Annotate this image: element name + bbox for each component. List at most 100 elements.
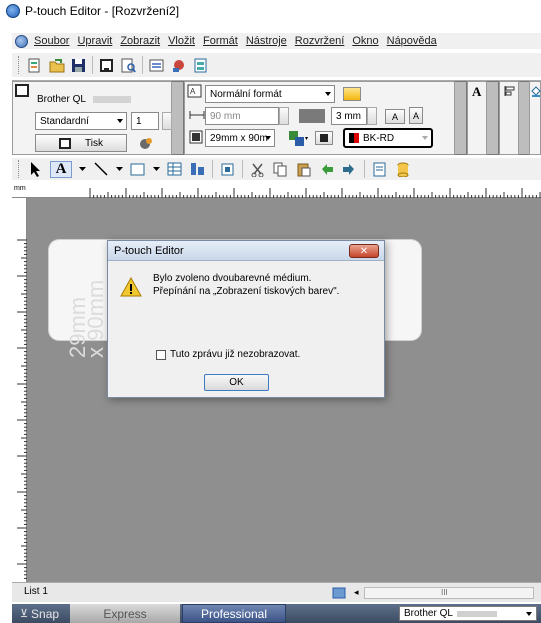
toolbar-separator (92, 56, 93, 74)
express-mode-button[interactable]: Express (70, 604, 180, 623)
media-icon (189, 130, 203, 147)
save-icon[interactable] (70, 57, 87, 74)
printer-model-blur (93, 96, 131, 103)
horizontal-scrollbar[interactable]: III (364, 587, 534, 599)
redo-icon[interactable] (341, 161, 358, 178)
database-cylinder-icon[interactable] (394, 161, 411, 178)
copies-stepper[interactable] (162, 112, 172, 130)
close-icon[interactable]: ✕ (349, 244, 379, 258)
copies-input[interactable]: 1 (131, 112, 159, 130)
menu-format[interactable]: Formát (203, 35, 238, 47)
print-mode-value: Standardní (40, 115, 89, 127)
menu-soubor[interactable]: Soubor (34, 35, 69, 47)
barcode-tool-icon[interactable] (189, 161, 206, 178)
paper-panel-tab[interactable] (455, 81, 467, 155)
length-input[interactable]: 90 mm (205, 107, 279, 125)
table-tool-icon[interactable] (166, 161, 183, 178)
new-icon[interactable] (26, 57, 43, 74)
window-title: P-touch Editor - [Rozvržení2] (25, 4, 180, 18)
paste-icon[interactable] (295, 161, 312, 178)
text-tool-icon[interactable]: A (50, 160, 72, 178)
wizard-icon[interactable] (170, 57, 187, 74)
length-value: 90 mm (210, 110, 241, 122)
orientation-portrait-button[interactable]: A (409, 107, 423, 124)
ruler-ticks (17, 239, 27, 579)
menu-napoveda[interactable]: Nápověda (387, 35, 437, 47)
status-printer-select[interactable]: Brother QL (399, 606, 537, 621)
toolbar-separator (142, 56, 143, 74)
snap-label: Snap (31, 606, 60, 621)
scroll-thumb-grip[interactable]: III (441, 588, 448, 597)
menu-nastroje[interactable]: Nástroje (246, 35, 287, 47)
status-bar: ⊻ Snap Express Professional Brother QL (12, 604, 541, 623)
professional-mode-button[interactable]: Professional (182, 604, 286, 623)
open-folder-icon[interactable] (48, 57, 65, 74)
draw-toolbar: A (12, 158, 541, 180)
undo-icon[interactable] (318, 161, 335, 178)
menu-zobrazit[interactable]: Zobrazit (120, 35, 160, 47)
text-properties-icon: A (472, 84, 482, 99)
document-icon[interactable] (15, 34, 28, 48)
dont-show-again-checkbox[interactable]: Tuto zprávu již nezobrazovat. (156, 349, 300, 360)
format-select[interactable]: Normální formát (205, 85, 335, 103)
tape-icon[interactable] (287, 129, 309, 150)
database-icon[interactable] (148, 57, 165, 74)
text-panel-tab[interactable]: A (467, 81, 487, 155)
layout-properties-icon[interactable] (371, 161, 388, 178)
scroll-left-icon[interactable]: ◂ (354, 587, 359, 598)
print-preview-icon[interactable] (120, 57, 137, 74)
line-tool-dropdown-icon[interactable] (115, 161, 123, 178)
format-color-button[interactable] (343, 87, 361, 101)
vertical-ruler (12, 198, 27, 582)
length-stepper[interactable] (279, 107, 289, 125)
select-pointer-icon[interactable] (27, 161, 44, 178)
professional-label: Professional (200, 606, 268, 621)
text-tool-dropdown-icon[interactable] (78, 161, 86, 178)
ruler-ticks (89, 188, 541, 198)
sheet-tab-list-1[interactable]: List 1 (24, 586, 48, 597)
print-options-icon[interactable] (139, 137, 153, 153)
menu-upravit[interactable]: Upravit (77, 35, 112, 47)
checkbox-box[interactable] (156, 349, 166, 360)
line-tool-icon[interactable] (92, 161, 109, 178)
print-icon[interactable] (98, 57, 115, 74)
margin-value: 3 mm (336, 110, 361, 122)
rectangle-tool-dropdown-icon[interactable] (152, 161, 160, 178)
print-button[interactable]: Tisk (35, 134, 127, 152)
copy-icon[interactable] (272, 161, 289, 178)
menu-vlozit[interactable]: Vložit (168, 35, 195, 47)
orientation-landscape-button[interactable]: A (385, 109, 405, 124)
media-size-value: 29mm x 90m (210, 132, 268, 144)
insert-object-icon[interactable] (219, 161, 236, 178)
dialog-message-line2: Přepínání na „Zobrazení tiskových barev"… (153, 286, 340, 297)
status-printer-name: Brother QL (404, 608, 453, 619)
dialog-message-line1: Bylo zvoleno dvoubarevné médium. (153, 273, 312, 284)
print-mode-select[interactable]: Standardní (35, 112, 127, 130)
express-label: Express (103, 606, 147, 621)
margin-stepper[interactable] (367, 107, 377, 125)
printer-model-blur (456, 610, 497, 617)
ok-label: OK (229, 377, 244, 388)
object-panel-tab[interactable] (529, 81, 541, 155)
toolbar-grip[interactable] (18, 56, 21, 74)
tape-view-button[interactable] (315, 131, 333, 145)
rectangle-tool-icon[interactable] (129, 161, 146, 178)
sheet-tab-bar: List 1 ◂ III (12, 582, 541, 602)
print-panel-tab[interactable] (172, 81, 184, 155)
menu-rozvrzeni[interactable]: Rozvržení (295, 35, 345, 47)
margin-input[interactable]: 3 mm (331, 107, 367, 125)
cut-icon[interactable] (249, 161, 266, 178)
ok-button[interactable]: OK (204, 374, 269, 391)
print-button-label: Tisk (85, 137, 103, 149)
toolbar-grip[interactable] (18, 160, 21, 178)
menu-okno[interactable]: Okno (352, 35, 378, 47)
media-size-select[interactable]: 29mm x 90m (205, 129, 275, 147)
sheet-icon[interactable] (332, 587, 346, 602)
snap-button[interactable]: ⊻ Snap (12, 604, 67, 623)
layout-icon[interactable] (192, 57, 209, 74)
layout-panel-tab[interactable] (499, 81, 519, 155)
copies-value: 1 (136, 115, 142, 127)
tape-color-select[interactable]: BK-RD (343, 128, 433, 148)
property-palette: Brother QL Standardní 1 Tisk A Normální … (12, 80, 541, 155)
dialog-titlebar: P-touch Editor ✕ (108, 241, 384, 261)
